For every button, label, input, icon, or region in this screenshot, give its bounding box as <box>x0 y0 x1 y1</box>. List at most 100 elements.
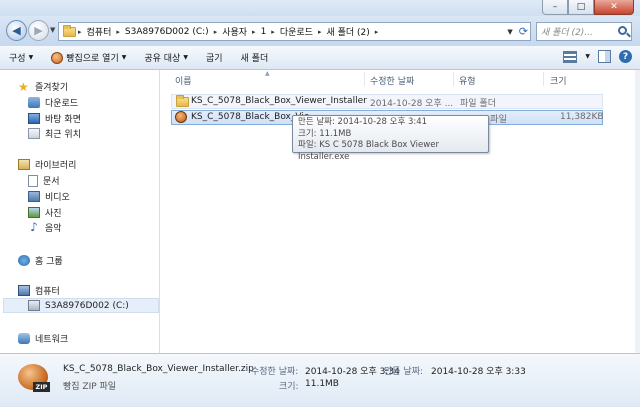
address-row: ◀ ▶ ▼ ▸ 컴퓨터 ▸ S3A8976D002 (C:) ▸ 사용자 ▸ 1… <box>0 16 640 46</box>
close-button[interactable]: ✕ <box>594 0 634 15</box>
dropdown-arrow-icon: ▼ <box>28 54 34 61</box>
command-bar: 구성 ▼ 빵집으로 열기 ▼ 공유 대상 ▼ 굽기 새 폴더 ▼ ? <box>0 46 640 70</box>
chevron-right-icon[interactable]: ▸ <box>269 28 277 36</box>
new-folder-button[interactable]: 새 폴더 <box>232 51 278 64</box>
zip-tag: ZIP <box>33 382 50 392</box>
nav-favorites[interactable]: ★ 즐겨찾기 <box>18 79 68 94</box>
hard-drive-icon <box>28 300 40 311</box>
scrollbar[interactable] <box>635 70 640 353</box>
open-with-button[interactable]: 빵집으로 열기 ▼ <box>42 51 135 64</box>
column-header-modified[interactable]: 수정한 날짜 <box>370 74 414 87</box>
details-pane: ZIP KS_C_5078_Black_Box_Viewer_Installer… <box>0 353 640 407</box>
nav-music-label: 음악 <box>45 224 62 234</box>
star-icon: ★ <box>18 79 29 94</box>
nav-network[interactable]: 네트워크 <box>18 332 68 345</box>
back-button[interactable]: ◀ <box>6 20 27 41</box>
nav-documents[interactable]: 문서 <box>28 174 60 187</box>
organize-button[interactable]: 구성 ▼ <box>0 51 42 64</box>
breadcrumb-drive[interactable]: S3A8976D002 (C:) <box>122 27 212 37</box>
chevron-right-icon[interactable]: ▸ <box>212 28 220 36</box>
nav-desktop[interactable]: 바탕 화면 <box>28 112 81 125</box>
details-created-value: 2014-10-28 오후 3:33 <box>431 367 526 377</box>
file-tooltip: 만든 날짜: 2014-10-28 오후 3:41 크기: 11.1MB 파일:… <box>292 115 489 162</box>
nav-pictures[interactable]: 사진 <box>28 206 62 219</box>
change-view-icon[interactable] <box>563 50 578 63</box>
chevron-right-icon[interactable]: ▸ <box>250 28 258 36</box>
forward-button[interactable]: ▶ <box>28 20 49 41</box>
nav-computer[interactable]: 컴퓨터 <box>18 284 60 297</box>
minimize-button[interactable]: – <box>542 0 568 15</box>
chevron-right-icon[interactable]: ▸ <box>76 28 84 36</box>
column-divider[interactable] <box>364 72 365 86</box>
breadcrumb-new-folder[interactable]: 새 폴더 (2) <box>323 25 372 38</box>
tooltip-size: 크기: 11.1MB <box>298 128 352 139</box>
nav-music[interactable]: ♪ 음악 <box>28 220 62 234</box>
file-row-folder[interactable]: KS_C_5078_Black_Box_Viewer_Installer 201… <box>171 94 603 109</box>
column-divider[interactable] <box>543 72 544 86</box>
search-icon[interactable] <box>618 26 627 35</box>
file-name: KS_C_5078_Black_Box_Viewer_Installer <box>191 96 367 106</box>
dropdown-arrow-icon: ▼ <box>183 54 188 61</box>
folder-icon <box>176 95 189 107</box>
tooltip-files: 파일: KS C 5078 Black Box Viewer Installer… <box>298 140 439 162</box>
nav-computer-label: 컴퓨터 <box>35 287 60 297</box>
recent-pages-dropdown-icon[interactable]: ▼ <box>50 26 55 34</box>
nav-videos[interactable]: 비디오 <box>28 190 70 203</box>
burn-button[interactable]: 굽기 <box>197 51 232 64</box>
homegroup-icon <box>18 255 30 266</box>
nav-downloads[interactable]: 다운로드 <box>28 96 78 109</box>
maximize-button[interactable]: □ <box>568 0 594 15</box>
chevron-right-icon[interactable]: ▸ <box>316 28 324 36</box>
nav-drive-label: S3A8976D002 (C:) <box>45 300 129 311</box>
breadcrumb-computer[interactable]: 컴퓨터 <box>84 25 115 38</box>
column-header-name[interactable]: 이름 <box>175 74 192 87</box>
music-icon: ♪ <box>30 220 38 234</box>
nav-pictures-label: 사진 <box>45 209 62 219</box>
nav-libraries[interactable]: 라이브러리 <box>18 158 76 171</box>
breadcrumb-users[interactable]: 사용자 <box>219 25 250 38</box>
downloads-icon <box>28 97 40 108</box>
file-type: 파일 폴더 <box>460 99 496 109</box>
help-icon[interactable]: ? <box>619 50 632 63</box>
chevron-right-icon[interactable]: ▸ <box>114 28 122 36</box>
file-list: ▲ 이름 수정한 날짜 유형 크기 KS_C_5078_Black_Box_Vi… <box>161 70 635 353</box>
nav-homegroup-label: 홈 그룹 <box>35 257 63 267</box>
burn-label: 굽기 <box>205 54 223 64</box>
details-size-label: 크기: <box>279 382 299 392</box>
breadcrumb-downloads[interactable]: 다운로드 <box>277 25 316 38</box>
nav-desktop-label: 바탕 화면 <box>45 115 81 125</box>
breadcrumb-user[interactable]: 1 <box>258 27 270 37</box>
details-modified-label: 수정한 날짜: <box>251 367 299 377</box>
view-dropdown-icon[interactable]: ▼ <box>585 53 590 60</box>
address-actions: ▼ ⟳ <box>505 25 528 38</box>
file-modified: 2014-10-28 오후 ... <box>370 99 454 109</box>
network-icon <box>18 333 30 344</box>
column-divider[interactable] <box>453 72 454 86</box>
nav-videos-label: 비디오 <box>45 193 70 203</box>
preview-pane-icon[interactable] <box>598 50 611 63</box>
chevron-right-icon[interactable]: ▸ <box>373 28 381 36</box>
window-controls: – □ ✕ <box>542 0 634 15</box>
file-size: 11,382KB <box>560 112 604 122</box>
new-folder-label: 새 폴더 <box>240 54 269 64</box>
nav-network-label: 네트워크 <box>35 335 69 345</box>
column-header-size[interactable]: 크기 <box>550 74 567 87</box>
address-bar[interactable]: ▸ 컴퓨터 ▸ S3A8976D002 (C:) ▸ 사용자 ▸ 1 ▸ 다운로… <box>58 22 531 41</box>
address-dropdown-icon[interactable]: ▼ <box>505 28 514 36</box>
column-header-type[interactable]: 유형 <box>459 74 476 87</box>
folder-icon <box>63 24 76 37</box>
details-size-value: 11.1MB <box>305 379 339 389</box>
toolbar-right: ▼ ? <box>563 50 632 63</box>
title-bar: – □ ✕ <box>0 0 640 16</box>
nav-drive-c[interactable]: S3A8976D002 (C:) <box>3 298 159 313</box>
nav-recent[interactable]: 최근 위치 <box>28 127 81 140</box>
tooltip-created: 만든 날짜: 2014-10-28 오후 3:41 <box>298 117 428 127</box>
search-input[interactable]: 새 폴더 (2)... <box>536 22 632 41</box>
details-filename: KS_C_5078_Black_Box_Viewer_Installer.zip <box>63 364 254 374</box>
nav-libraries-label: 라이브러리 <box>35 161 77 171</box>
share-button[interactable]: 공유 대상 ▼ <box>135 51 197 64</box>
organize-label: 구성 <box>9 54 26 64</box>
back-arrow-icon: ◀ <box>12 24 21 37</box>
refresh-icon[interactable]: ⟳ <box>519 25 528 38</box>
nav-homegroup[interactable]: 홈 그룹 <box>18 254 63 267</box>
